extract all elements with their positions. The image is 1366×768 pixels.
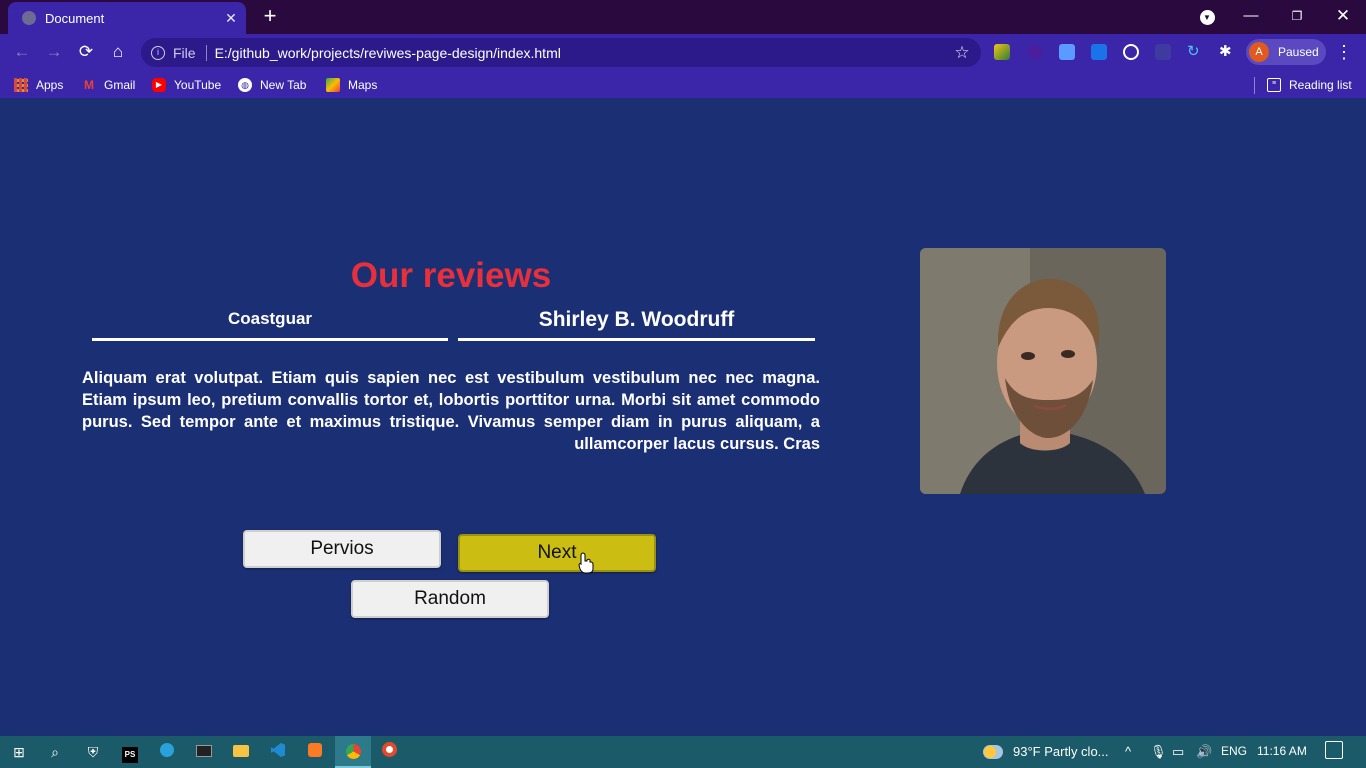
bookmark-label: Apps — [36, 78, 64, 92]
page-globe-icon — [22, 11, 36, 25]
reviewer-name: Shirley B. Woodruff — [538, 308, 735, 331]
vscode-icon[interactable] — [267, 741, 289, 763]
page-viewport: Our reviews Coastguar Shirley B. Woodruf… — [0, 98, 1366, 736]
screen-recorder-icon[interactable] — [378, 741, 400, 763]
omnibox-divider — [205, 44, 207, 61]
youtube-icon: ▶ — [152, 78, 166, 92]
reading-list-icon: ≡ — [1267, 78, 1281, 92]
extension-3-icon[interactable] — [1059, 44, 1075, 60]
bookmark-star-icon[interactable]: ☆ — [951, 43, 973, 63]
chevron-up-icon[interactable]: ^ — [1125, 744, 1131, 759]
previous-button[interactable]: Pervios — [243, 530, 441, 568]
browser-toolbar: ← → ⟳ ⌂ i File E:/github_work/projects/r… — [0, 34, 1366, 71]
reviewer-portrait-image — [920, 248, 1166, 494]
reload-icon[interactable]: ⟳ — [75, 41, 97, 63]
system-clock[interactable]: 11:16 AM — [1257, 744, 1307, 758]
tab-title: Document — [45, 10, 105, 26]
network-icon[interactable]: ▭ — [1172, 744, 1184, 760]
apps-grid-icon — [14, 78, 28, 92]
bookmark-label: YouTube — [174, 78, 222, 92]
info-icon[interactable]: i — [151, 45, 165, 60]
gmail-icon: M — [84, 78, 94, 92]
weather-widget[interactable]: 93°F Partly clo... — [983, 744, 1109, 759]
bookmarks-bar: Apps M Gmail ▶ YouTube ◍ New Tab Maps ≡ … — [0, 71, 1366, 98]
reviewer-role: Coastguar — [227, 309, 313, 328]
extension-2-icon[interactable] — [1025, 42, 1045, 62]
heading-underline-right — [458, 338, 815, 341]
new-tab-button[interactable]: + — [260, 5, 280, 27]
profile-button[interactable]: A Paused — [1246, 39, 1326, 65]
bookmark-label: Maps — [348, 78, 378, 92]
chrome-taskbar-icon[interactable] — [335, 736, 371, 768]
random-button[interactable]: Random — [351, 580, 549, 618]
extension-1-icon[interactable] — [994, 44, 1010, 60]
phpstorm-icon[interactable]: PS — [119, 741, 141, 763]
bookmark-gmail[interactable]: M Gmail — [82, 75, 135, 95]
microphone-icon[interactable]: 🎙 — [1150, 744, 1167, 760]
minimize-button[interactable]: — — [1237, 5, 1265, 27]
translate-extension-icon[interactable] — [1091, 44, 1107, 60]
windows-start-icon[interactable]: ⊞ — [8, 741, 30, 763]
bookmarks-divider — [1254, 77, 1255, 94]
forward-arrow-icon[interactable]: → — [43, 41, 65, 63]
volume-icon[interactable]: 🔊 — [1196, 744, 1212, 760]
reading-list-button[interactable]: ≡ Reading list — [1267, 75, 1352, 95]
back-arrow-icon[interactable]: ← — [11, 41, 33, 63]
browser-tab[interactable]: Document ✕ — [8, 2, 246, 34]
profile-status: Paused — [1278, 45, 1319, 59]
shield-icon[interactable]: ⛨ — [82, 741, 104, 763]
chevron-down-icon: ▼ — [1199, 10, 1215, 25]
review-text: Aliquam erat volutpat. Etiam quis sapien… — [82, 369, 820, 453]
kebab-menu-icon[interactable]: ⋮ — [1334, 41, 1354, 63]
maps-icon — [326, 78, 340, 92]
url-text[interactable]: E:/github_work/projects/reviwes-page-des… — [215, 45, 951, 61]
browser-titlebar: Document ✕ + ▼ — ❐ ✕ — [0, 0, 1366, 34]
telegram-icon[interactable] — [156, 741, 178, 763]
bookmark-youtube[interactable]: ▶ YouTube — [152, 75, 221, 95]
next-button[interactable]: Next — [458, 534, 656, 572]
bookmark-label: Gmail — [104, 78, 136, 92]
windows-taskbar: ⊞ ⌕ ⛨ PS 93°F Partly clo... ^ 🎙 ▭ 🔊 ENG … — [0, 736, 1366, 768]
heading-underline-left — [92, 338, 448, 341]
file-explorer-icon[interactable] — [230, 741, 252, 763]
tab-search-button[interactable]: ▼ — [1193, 5, 1221, 27]
bookmark-new-tab[interactable]: ◍ New Tab — [238, 75, 306, 95]
address-bar[interactable]: i File E:/github_work/projects/reviwes-p… — [141, 38, 981, 67]
page-title: Our reviews — [350, 256, 552, 295]
restore-button[interactable]: ❐ — [1283, 5, 1311, 27]
xampp-icon[interactable] — [304, 741, 326, 763]
close-window-button[interactable]: ✕ — [1329, 5, 1357, 27]
home-icon[interactable]: ⌂ — [107, 41, 129, 63]
weather-text: 93°F Partly clo... — [1013, 744, 1109, 759]
reading-list-label: Reading list — [1289, 78, 1352, 92]
extension-6-icon[interactable] — [1155, 44, 1171, 60]
tab-close-icon[interactable]: ✕ — [224, 11, 238, 25]
notification-center-icon[interactable] — [1325, 741, 1343, 759]
react-devtools-icon[interactable] — [1123, 44, 1139, 60]
globe-icon: ◍ — [238, 78, 252, 92]
language-indicator[interactable]: ENG — [1221, 744, 1247, 758]
avatar: A — [1249, 42, 1269, 62]
partly-cloudy-icon — [983, 744, 1003, 759]
extension-7-icon[interactable]: ↻ — [1187, 44, 1203, 60]
extensions-puzzle-icon[interactable]: ✱ — [1219, 44, 1235, 60]
terminal-icon[interactable] — [193, 741, 215, 763]
bookmark-label: New Tab — [260, 78, 307, 92]
search-icon[interactable]: ⌕ — [44, 741, 66, 763]
bookmark-maps[interactable]: Maps — [326, 75, 377, 95]
reviewer-photo — [920, 248, 1166, 494]
url-scheme-label: File — [173, 44, 196, 61]
bookmark-apps[interactable]: Apps — [14, 75, 63, 95]
